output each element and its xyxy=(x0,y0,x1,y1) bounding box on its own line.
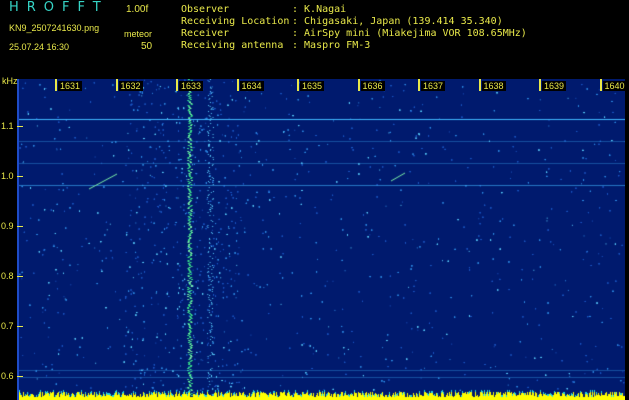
y-tick-mark xyxy=(17,226,23,227)
y-tick-label: 1.1 xyxy=(1,121,14,131)
x-tick-label: 1631 xyxy=(58,81,83,91)
x-tick-mark xyxy=(418,79,420,91)
y-tick-mark xyxy=(17,326,23,327)
x-tick-mark xyxy=(236,79,239,91)
y-tick-label: 0.7 xyxy=(1,321,14,331)
meteor-label: meteor xyxy=(124,29,153,39)
y-tick-label: 0.9 xyxy=(1,221,14,231)
y-tick-label: 1.0 xyxy=(1,171,14,181)
x-tick-label: 1632 xyxy=(118,81,143,91)
y-axis-unit: kHz xyxy=(2,76,18,86)
app-title: HROFFT xyxy=(9,0,109,15)
header-panel: HROFFT 1.00f KN9_2507241630.png 25.07.24… xyxy=(0,0,629,76)
observer-value: : K.Nagai xyxy=(292,4,347,15)
spectrogram-canvas xyxy=(19,79,625,400)
x-tick-mark xyxy=(115,79,118,91)
x-tick-label: 1635 xyxy=(300,81,325,91)
x-tick-mark xyxy=(357,79,360,91)
receiver-label: Receiver xyxy=(181,28,230,39)
x-tick-label: 1633 xyxy=(179,81,204,91)
x-tick-mark xyxy=(539,79,541,91)
antenna-label: Receiving antenna xyxy=(181,40,284,51)
y-tick-label: 0.6 xyxy=(1,371,14,381)
x-tick-mark xyxy=(176,79,178,91)
meteor-count: 50 xyxy=(141,41,153,52)
x-tick-label: 1637 xyxy=(421,81,446,91)
spectrogram-plot[interactable] xyxy=(19,79,625,400)
y-tick-mark xyxy=(17,176,23,177)
x-tick-mark xyxy=(55,79,57,91)
location-value: : Chigasaki, Japan (139.414 35.340) xyxy=(292,16,503,27)
y-tick-label: 0.8 xyxy=(1,271,14,281)
x-tick-label: 1640 xyxy=(602,81,627,91)
x-tick-label: 1639 xyxy=(542,81,567,91)
location-label: Receiving Location xyxy=(181,16,290,27)
x-tick-label: 1634 xyxy=(239,81,264,91)
y-tick-mark xyxy=(17,376,23,377)
version-label: 1.00f xyxy=(126,4,149,15)
filename-label: KN9_2507241630.png xyxy=(9,23,100,33)
x-tick-mark xyxy=(478,79,481,91)
y-tick-mark xyxy=(17,276,23,277)
observer-label: Observer xyxy=(181,4,230,15)
x-tick-label: 1638 xyxy=(481,81,506,91)
y-tick-mark xyxy=(17,126,23,127)
y-axis-line xyxy=(17,79,19,400)
datetime-label: 25.07.24 16:30 xyxy=(9,42,70,52)
antenna-value: : Maspro FM-3 xyxy=(292,40,371,51)
receiver-value: : AirSpy mini (Miakejima VOR 108.65MHz) xyxy=(292,28,527,39)
x-tick-mark xyxy=(297,79,299,91)
x-tick-mark xyxy=(599,79,602,91)
x-tick-label: 1636 xyxy=(360,81,385,91)
